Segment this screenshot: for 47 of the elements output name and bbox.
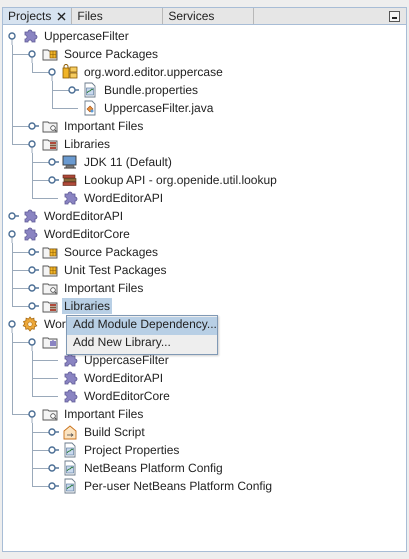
puzzle-piece-icon xyxy=(22,208,38,224)
document-icon xyxy=(62,460,78,476)
tree-node-label[interactable]: Per-user NetBeans Platform Config xyxy=(82,478,274,494)
books-icon xyxy=(62,172,78,188)
monitor-icon xyxy=(62,154,78,170)
tree-node-label[interactable]: WordEditorAPI xyxy=(82,190,166,206)
tree-node-label[interactable]: UppercaseFilter.java xyxy=(102,100,216,116)
document-icon xyxy=(62,424,78,440)
gear-icon xyxy=(22,316,38,332)
tree-node-label[interactable]: Wor xyxy=(42,316,68,332)
tree-node-label[interactable]: Build Script xyxy=(82,424,147,440)
document-icon xyxy=(62,442,78,458)
puzzle-piece-icon xyxy=(62,352,78,368)
tree-node-label[interactable]: UppercaseFilter xyxy=(82,352,171,368)
tree-node-label[interactable]: NetBeans Platform Config xyxy=(82,460,225,476)
tree-node-label[interactable]: Libraries xyxy=(62,298,112,314)
tree-node-label[interactable]: WordEditorCore xyxy=(82,388,172,404)
tree-node-label[interactable]: WordEditorAPI xyxy=(82,370,166,386)
puzzle-piece-icon xyxy=(62,190,78,206)
close-icon[interactable] xyxy=(57,12,66,20)
minimize-icon[interactable] xyxy=(389,10,400,22)
tree-node-label[interactable]: Lookup API - org.openide.util.lookup xyxy=(82,172,279,188)
tree-node-label[interactable]: org.word.editor.uppercase xyxy=(82,64,225,80)
tree-node-label[interactable]: Unit Test Packages xyxy=(62,262,168,278)
tree-node-label[interactable]: JDK 11 (Default) xyxy=(82,154,174,170)
document-icon xyxy=(82,100,98,116)
tree-node-label[interactable]: Libraries xyxy=(62,136,112,152)
tree-node-label[interactable]: Important Files xyxy=(62,406,146,422)
tree-node-label[interactable]: Important Files xyxy=(62,280,146,296)
document-icon xyxy=(82,82,98,98)
menu-item[interactable]: Add Module Dependency... xyxy=(67,317,217,335)
puzzle-piece-icon xyxy=(22,28,38,44)
tree-node-label[interactable]: Source Packages xyxy=(62,244,160,260)
tree-node-label[interactable]: Project Properties xyxy=(82,442,182,458)
tree-node-label[interactable]: WordEditorAPI xyxy=(42,208,126,224)
package-icon xyxy=(62,64,78,80)
puzzle-piece-icon xyxy=(62,388,78,404)
tab[interactable]: Projects xyxy=(3,8,72,24)
tree-node-label[interactable]: Bundle.properties xyxy=(102,82,200,98)
tree-node-label[interactable]: Source Packages xyxy=(62,46,160,62)
document-icon xyxy=(62,478,78,494)
puzzle-piece-icon xyxy=(62,370,78,386)
tree-node-label[interactable]: UppercaseFilter xyxy=(42,28,131,44)
tree-node-label[interactable]: WordEditorCore xyxy=(42,226,132,242)
tree-node-label[interactable]: Important Files xyxy=(62,118,146,134)
puzzle-piece-icon xyxy=(22,226,38,242)
menu-item[interactable]: Add New Library... xyxy=(67,335,217,353)
